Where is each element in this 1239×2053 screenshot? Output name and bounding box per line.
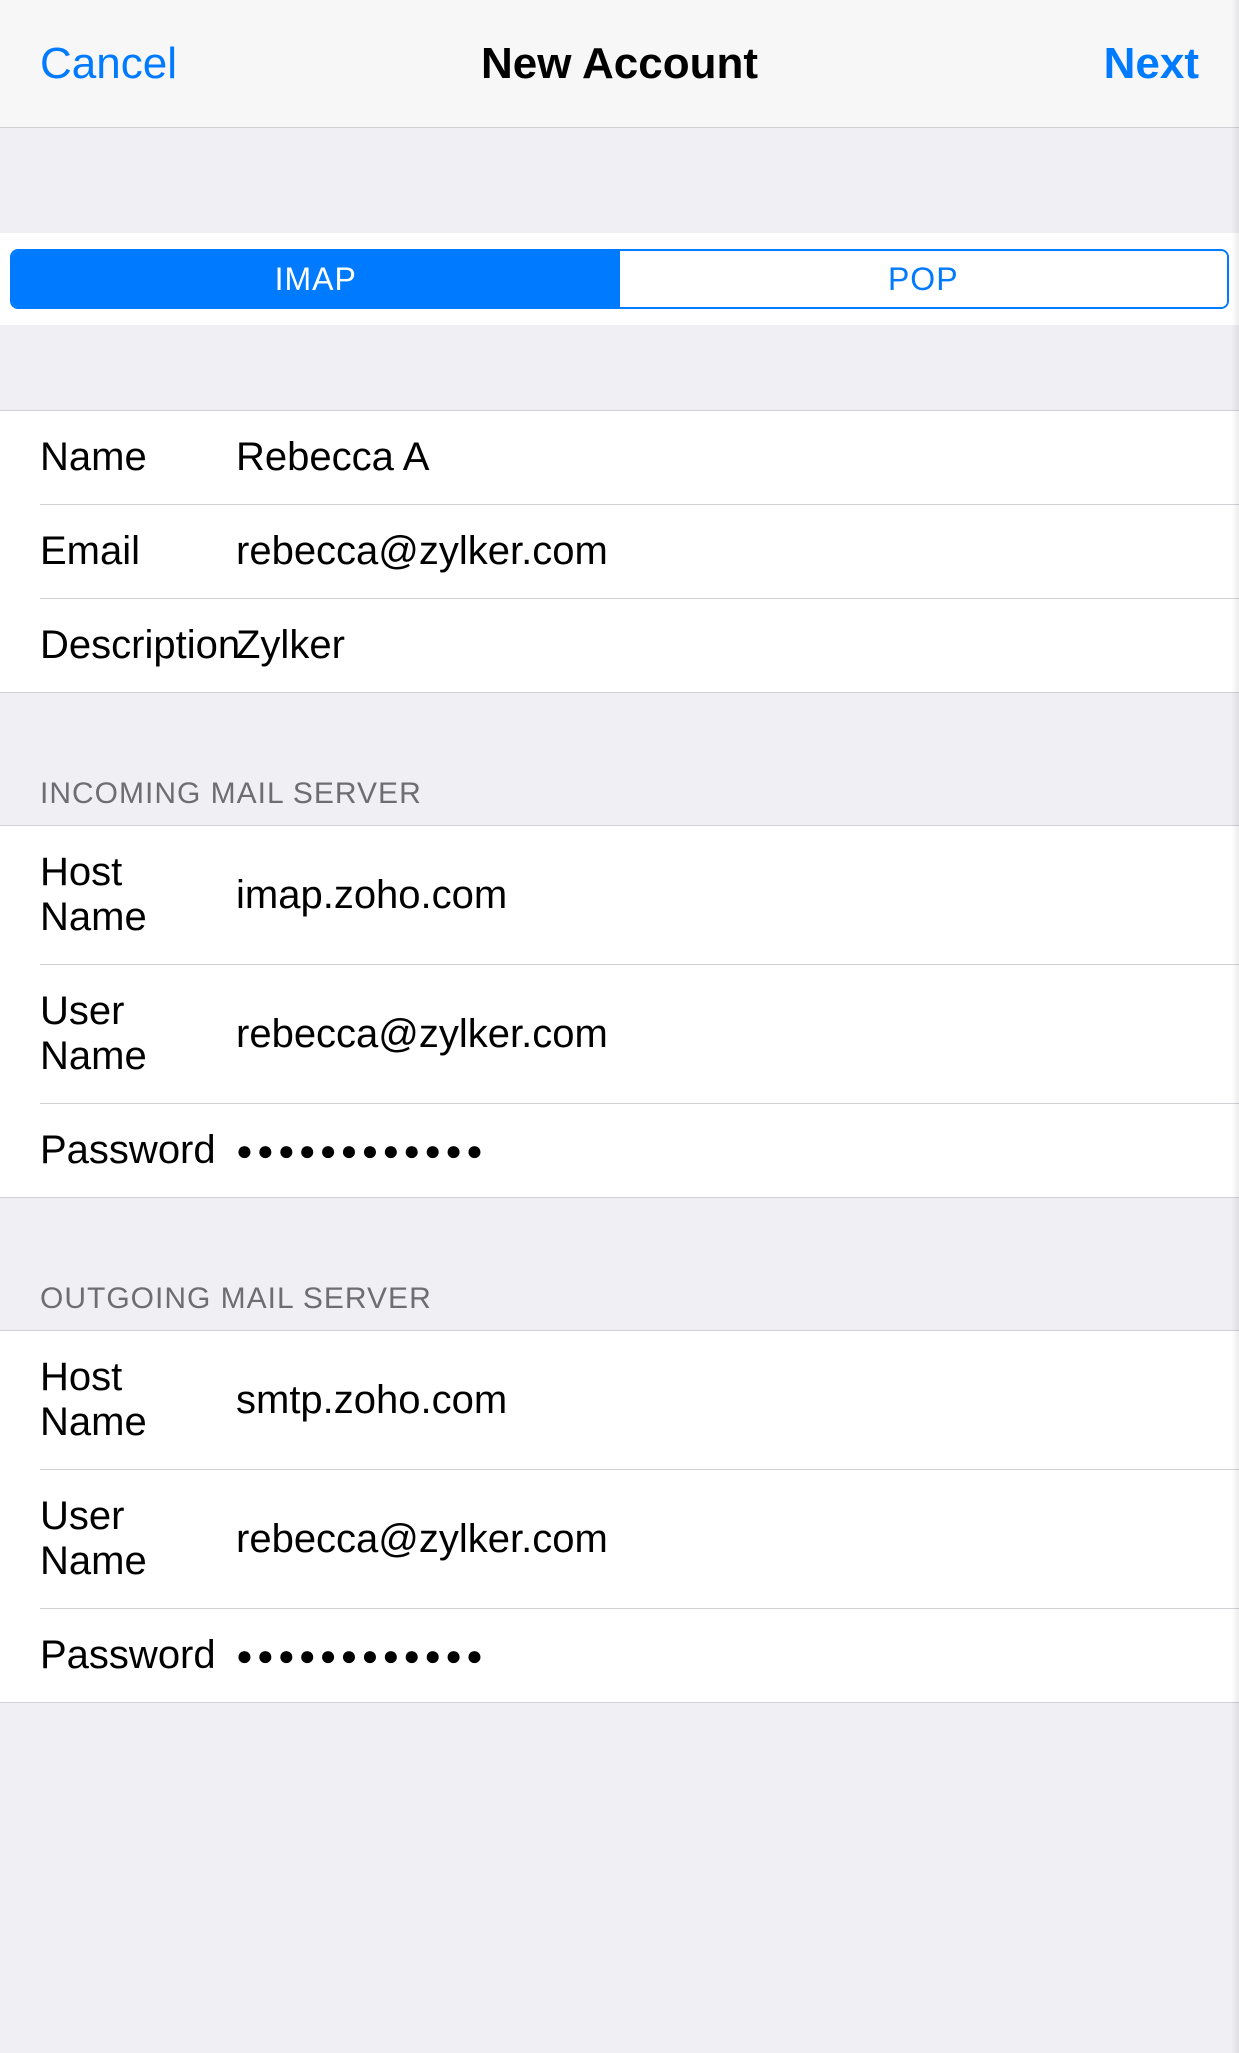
incoming-host-row: Host Name <box>0 826 1239 964</box>
protocol-segment-wrapper: IMAP POP <box>0 233 1239 325</box>
outgoing-user-label: User Name <box>40 1494 236 1584</box>
outgoing-host-row: Host Name <box>0 1331 1239 1469</box>
incoming-host-field[interactable] <box>236 873 1239 918</box>
incoming-group: Host Name User Name Password ●●●●●●●●●●●… <box>0 825 1239 1198</box>
protocol-segmented-control: IMAP POP <box>10 249 1229 309</box>
incoming-user-field[interactable] <box>236 1012 1239 1057</box>
incoming-user-row: User Name <box>40 964 1239 1103</box>
outgoing-header: OUTGOING MAIL SERVER <box>0 1198 1239 1330</box>
incoming-password-label: Password <box>40 1128 236 1173</box>
tab-imap[interactable]: IMAP <box>12 251 620 307</box>
incoming-password-row: Password ●●●●●●●●●●●● <box>40 1103 1239 1197</box>
outgoing-group: Host Name User Name Password ●●●●●●●●●●●… <box>0 1330 1239 1703</box>
email-field[interactable] <box>236 529 1239 574</box>
tab-pop[interactable]: POP <box>620 251 1228 307</box>
navigation-bar: Cancel New Account Next <box>0 0 1239 128</box>
outgoing-password-row: Password ●●●●●●●●●●●● <box>40 1608 1239 1702</box>
incoming-password-field[interactable]: ●●●●●●●●●●●● <box>236 1135 1239 1167</box>
outgoing-user-field[interactable] <box>236 1517 1239 1562</box>
description-row: Description <box>40 598 1239 692</box>
incoming-user-label: User Name <box>40 989 236 1079</box>
email-row: Email <box>40 504 1239 598</box>
description-field[interactable] <box>236 623 1239 668</box>
description-label: Description <box>40 623 236 668</box>
incoming-host-label: Host Name <box>40 850 236 940</box>
outgoing-host-label: Host Name <box>40 1355 236 1445</box>
account-info-group: Name Email Description <box>0 410 1239 693</box>
name-label: Name <box>40 435 236 480</box>
cancel-button[interactable]: Cancel <box>40 39 426 89</box>
next-button[interactable]: Next <box>813 39 1199 89</box>
email-label: Email <box>40 529 236 574</box>
outgoing-password-label: Password <box>40 1633 236 1678</box>
name-field[interactable] <box>236 435 1239 480</box>
name-row: Name <box>0 411 1239 504</box>
outgoing-user-row: User Name <box>40 1469 1239 1608</box>
outgoing-password-field[interactable]: ●●●●●●●●●●●● <box>236 1640 1239 1672</box>
page-title: New Account <box>426 39 812 89</box>
outgoing-host-field[interactable] <box>236 1378 1239 1423</box>
incoming-header: INCOMING MAIL SERVER <box>0 693 1239 825</box>
